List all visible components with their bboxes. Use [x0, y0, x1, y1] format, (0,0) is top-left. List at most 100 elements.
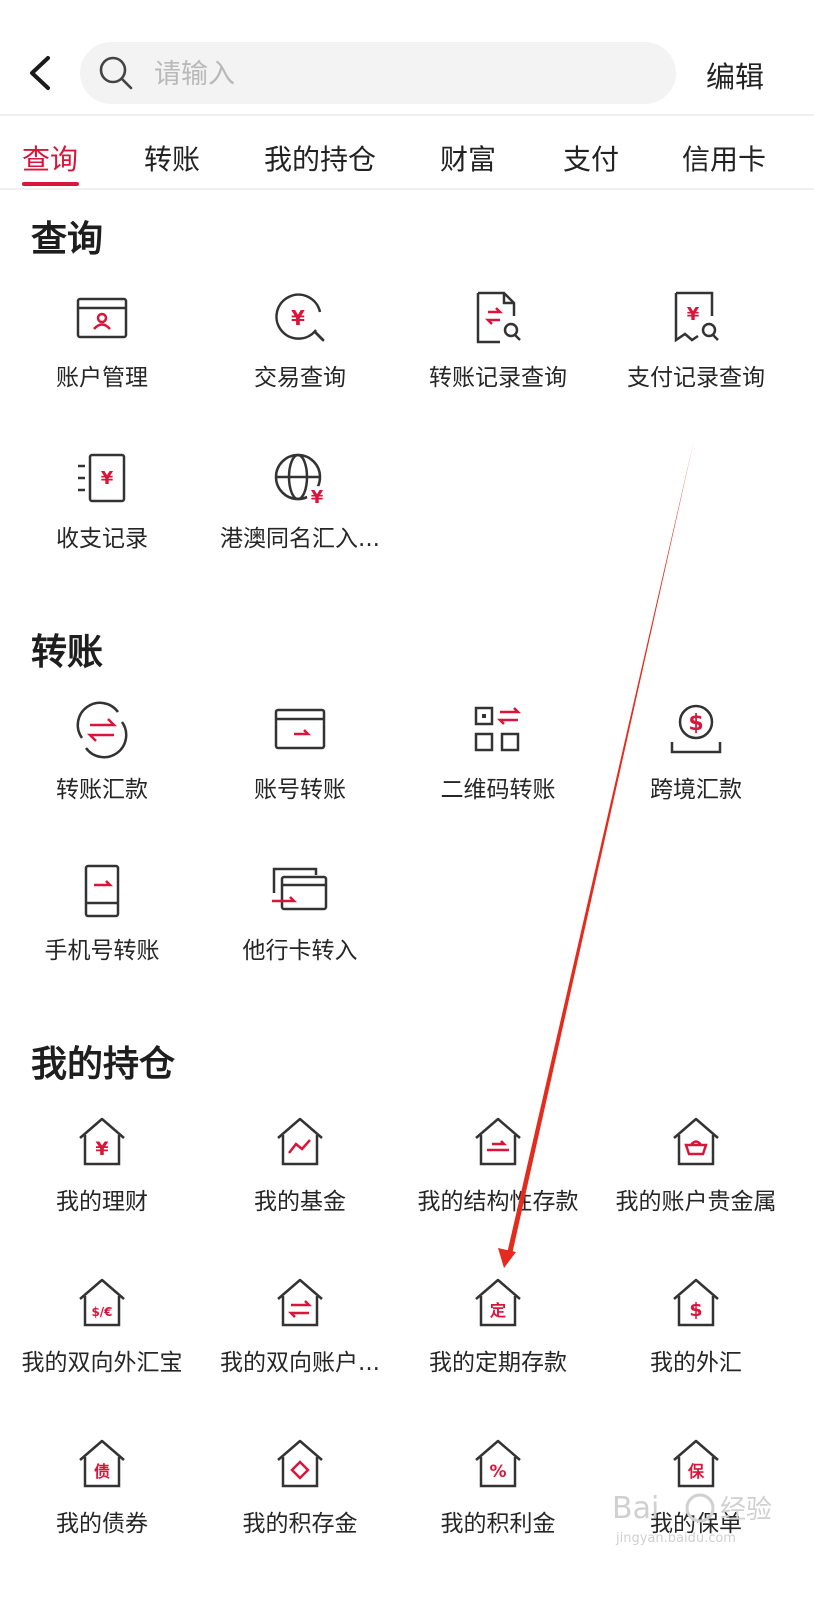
shortcut-house-percent[interactable]: % 我的积利金 [398, 1436, 598, 1576]
globe-yuan-icon: ¥ [274, 453, 327, 508]
edit-button[interactable]: 编辑 [706, 54, 764, 96]
shortcut-other-bank-card-in[interactable]: 他行卡转入 [200, 863, 400, 1003]
search-input[interactable] [152, 42, 656, 106]
shortcut-label: 我的积存金 [242, 1511, 358, 1537]
tabs-divider [0, 188, 814, 190]
svg-text:¥: ¥ [687, 304, 700, 325]
shortcut-qr-transfer[interactable]: 二维码转账 [398, 702, 598, 842]
svg-text:%: % [489, 1462, 506, 1482]
shortcut-account-transfer[interactable]: 账号转账 [200, 702, 400, 842]
baidu-jingyan-watermark: Bai 经验 jingyan.baidu.com [612, 1491, 772, 1546]
shortcut-house-exchange[interactable]: 我的双向账户... [200, 1275, 400, 1415]
house-dollar-icon: $ [673, 1278, 719, 1327]
shortcut-house-yuan[interactable]: ¥ 我的理财 [2, 1114, 202, 1254]
shortcut-label: 他行卡转入 [242, 938, 358, 964]
house-forex-icon: $/€ [79, 1278, 125, 1327]
house-structured-deposit-icon [475, 1117, 521, 1166]
other-bank-card-icon [272, 867, 328, 911]
search-bar[interactable] [80, 42, 676, 106]
shortcut-label: 我的双向外汇宝 [21, 1350, 183, 1376]
shortcut-mobile-transfer[interactable]: 手机号转账 [2, 863, 202, 1003]
shortcut-label: 转账汇款 [56, 777, 148, 803]
tab-payment[interactable]: 支付 [563, 138, 619, 178]
shortcut-label: 我的结构性存款 [417, 1189, 579, 1215]
shortcut-house-dollar[interactable]: $ 我的外汇 [596, 1275, 796, 1415]
qr-code-transfer-icon [474, 706, 522, 752]
shortcut-label: 港澳同名汇入... [220, 526, 380, 552]
shortcut-hk-macau-remittance[interactable]: ¥ 港澳同名汇入... [200, 451, 400, 591]
svg-text:定: 定 [489, 1301, 506, 1320]
shortcut-label: 收支记录 [56, 526, 148, 552]
shortcut-label: 我的定期存款 [429, 1350, 567, 1376]
house-exchange-icon [277, 1278, 323, 1327]
shortcut-label: 转账记录查询 [429, 365, 567, 391]
shortcut-label: 我的外汇 [650, 1350, 742, 1376]
tab-holdings[interactable]: 我的持仓 [264, 138, 376, 178]
shortcut-house-diamond[interactable]: 我的积存金 [200, 1436, 400, 1576]
shortcut-house-fixed-deposit[interactable]: 定我的定期存款 [398, 1275, 598, 1415]
transfer-document-search-icon [476, 291, 521, 344]
house-fixed-deposit-icon: 定 [475, 1278, 521, 1327]
svg-text:$/€: $/€ [91, 1305, 112, 1319]
shortcut-label: 手机号转账 [44, 938, 160, 964]
house-precious-metal-icon [673, 1117, 719, 1166]
shortcut-house-bond[interactable]: 债我的债券 [2, 1436, 202, 1576]
shortcut-label: 我的债券 [56, 1511, 148, 1537]
shortcut-label: 账号转账 [254, 777, 346, 803]
shortcut-label: 跨境汇款 [650, 777, 742, 803]
tab-transfer[interactable]: 转账 [144, 138, 200, 178]
top-bar: 编辑 [0, 0, 814, 115]
account-transfer-card-icon [274, 708, 326, 750]
shortcut-transfer-remittance[interactable]: 转账汇款 [2, 701, 202, 842]
shortcut-payment-record-query[interactable]: ¥ 支付记录查询 [596, 290, 796, 430]
shortcut-label: 支付记录查询 [627, 365, 765, 391]
active-tab-indicator [22, 182, 79, 186]
shortcut-house-structured-deposit[interactable]: 我的结构性存款 [398, 1114, 598, 1254]
house-chart-icon [277, 1117, 323, 1166]
svg-text:Bai: Bai [612, 1491, 659, 1526]
income-expense-record-icon: ¥ [78, 453, 126, 503]
svg-text:¥: ¥ [101, 468, 114, 489]
svg-text:¥: ¥ [311, 487, 324, 508]
svg-text:$: $ [689, 1299, 702, 1321]
shortcut-label: 账户管理 [56, 365, 148, 391]
payment-document-search-icon: ¥ [674, 291, 719, 343]
shortcut-income-expense-record[interactable]: ¥ 收支记录 [2, 451, 202, 591]
shortcut-house-forex[interactable]: $/€ 我的双向外汇宝 [2, 1275, 202, 1415]
shortcut-label: 我的账户贵金属 [615, 1189, 777, 1215]
shortcut-label: 交易查询 [254, 365, 346, 391]
house-bond-icon: 债 [79, 1439, 125, 1488]
yuan-search-icon: ¥ [275, 293, 325, 342]
shortcut-transaction-query[interactable]: ¥ 交易查询 [200, 290, 400, 430]
shortcut-transfer-record-query[interactable]: 转账记录查询 [398, 290, 598, 430]
category-tabs: 查询 转账 我的持仓 财富 支付 信用卡 [0, 118, 814, 190]
shortcut-label: 二维码转账 [440, 777, 556, 803]
header-divider [0, 114, 814, 116]
transfer-circle-icon [76, 701, 128, 759]
mobile-transfer-icon [84, 864, 120, 918]
house-diamond-icon [277, 1439, 323, 1488]
shortcut-house-precious-metal[interactable]: 我的账户贵金属 [596, 1114, 796, 1254]
section-title-holdings: 我的持仓 [31, 1044, 176, 1085]
account-card-icon [76, 297, 128, 339]
svg-text:¥: ¥ [291, 306, 305, 330]
svg-text:经验: 经验 [720, 1495, 772, 1525]
shortcut-label: 我的理财 [56, 1189, 148, 1215]
house-yuan-icon: ¥ [79, 1117, 125, 1166]
tab-query[interactable]: 查询 [22, 138, 78, 178]
tab-credit-card[interactable]: 信用卡 [682, 138, 766, 178]
house-percent-icon: % [475, 1439, 521, 1488]
svg-text:¥: ¥ [95, 1138, 108, 1160]
shortcut-cross-border-remittance[interactable]: $ 跨境汇款 [596, 702, 796, 842]
shortcut-account-management[interactable]: 账户管理 [2, 290, 202, 430]
shortcut-label: 我的积利金 [440, 1511, 556, 1537]
tab-wealth[interactable]: 财富 [440, 138, 496, 178]
shortcut-label: 我的基金 [254, 1189, 346, 1215]
section-title-transfer: 转账 [31, 632, 104, 673]
search-icon [99, 56, 133, 90]
section-title-query: 查询 [31, 219, 104, 260]
back-arrow-icon[interactable] [22, 52, 62, 94]
shortcut-house-chart[interactable]: 我的基金 [200, 1114, 400, 1254]
svg-text:jingyan.baidu.com: jingyan.baidu.com [615, 1531, 736, 1546]
shortcut-label: 我的双向账户... [220, 1350, 380, 1376]
